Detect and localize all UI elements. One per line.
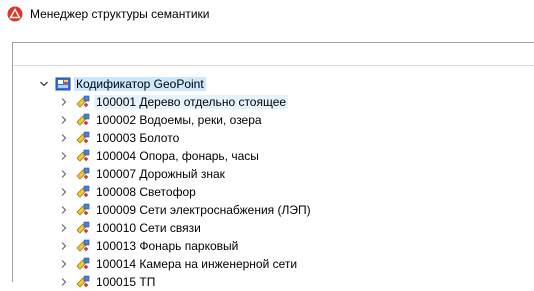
app-red-triangle-icon [7, 6, 23, 22]
chevron-right-icon[interactable] [58, 258, 70, 270]
chevron-right-icon[interactable] [58, 240, 70, 252]
tree-item-label: 100010 Сети связи [96, 221, 201, 235]
chevron-right-icon[interactable] [58, 276, 70, 288]
classifier-root-icon [55, 77, 71, 91]
chevron-right-icon[interactable] [58, 132, 70, 144]
tree-item[interactable]: 100001 Дерево отдельно стоящее [13, 93, 534, 111]
tree-item-label: 100001 Дерево отдельно стоящее [94, 95, 289, 109]
semantic-class-icon [76, 221, 90, 234]
semantic-class-icon [76, 167, 90, 180]
semantic-class-icon [76, 275, 90, 288]
chevron-down-icon[interactable] [38, 78, 50, 90]
toolbar-area [0, 30, 534, 42]
tree-root-node[interactable]: Кодификатор GeoPoint [13, 75, 534, 93]
tree-item[interactable]: 100013 Фонарь парковый [13, 237, 534, 255]
tree-item[interactable]: 100014 Камера на инженерной сети [13, 255, 534, 273]
tree-item-label: 100014 Камера на инженерной сети [96, 257, 298, 271]
tree-item-label: 100003 Болото [96, 131, 180, 145]
tree-item[interactable]: 100003 Болото [13, 129, 534, 147]
chevron-right-icon[interactable] [58, 222, 70, 234]
tree-item[interactable]: 100004 Опора, фонарь, часы [13, 147, 534, 165]
chevron-right-icon[interactable] [58, 114, 70, 126]
tree-item-label: 100008 Светофор [96, 185, 196, 199]
tree-item[interactable]: 100009 Сети электроснабжения (ЛЭП) [13, 201, 534, 219]
tree-item-label: 100013 Фонарь парковый [96, 239, 239, 253]
semantic-tree-panel[interactable]: Кодификатор GeoPoint 100001 Дерево отдел… [12, 42, 534, 289]
tree-item[interactable]: 100008 Светофор [13, 183, 534, 201]
window-title: Менеджер структуры семантики [30, 7, 210, 21]
tree-item-label: 100004 Опора, фонарь, часы [96, 149, 259, 163]
tree-item[interactable]: 100007 Дорожный знак [13, 165, 534, 183]
tree-item[interactable]: 100002 Водоемы, реки, озера [13, 111, 534, 129]
chevron-right-icon[interactable] [58, 204, 70, 216]
semantic-class-icon [76, 239, 90, 252]
semantic-class-icon [76, 257, 90, 270]
tree-item-label: 100015 ТП [96, 275, 156, 289]
semantic-class-icon [76, 203, 90, 216]
title-bar: Менеджер структуры семантики [0, 0, 534, 30]
tree-item-label: 100002 Водоемы, реки, озера [96, 113, 262, 127]
semantic-class-icon [76, 149, 90, 162]
tree-item-label: 100007 Дорожный знак [96, 167, 225, 181]
tree-item-label: 100009 Сети электроснабжения (ЛЭП) [96, 203, 311, 217]
chevron-right-icon[interactable] [58, 186, 70, 198]
semantic-class-icon [76, 113, 90, 126]
chevron-right-icon[interactable] [58, 168, 70, 180]
semantic-class-icon [76, 131, 90, 144]
tree-item[interactable]: 100010 Сети связи [13, 219, 534, 237]
tree-header [13, 43, 534, 66]
tree-root-label: Кодификатор GeoPoint [74, 77, 206, 91]
chevron-right-icon[interactable] [58, 150, 70, 162]
semantic-class-icon [76, 185, 90, 198]
chevron-right-icon[interactable] [58, 96, 70, 108]
semantic-class-icon [76, 95, 90, 108]
